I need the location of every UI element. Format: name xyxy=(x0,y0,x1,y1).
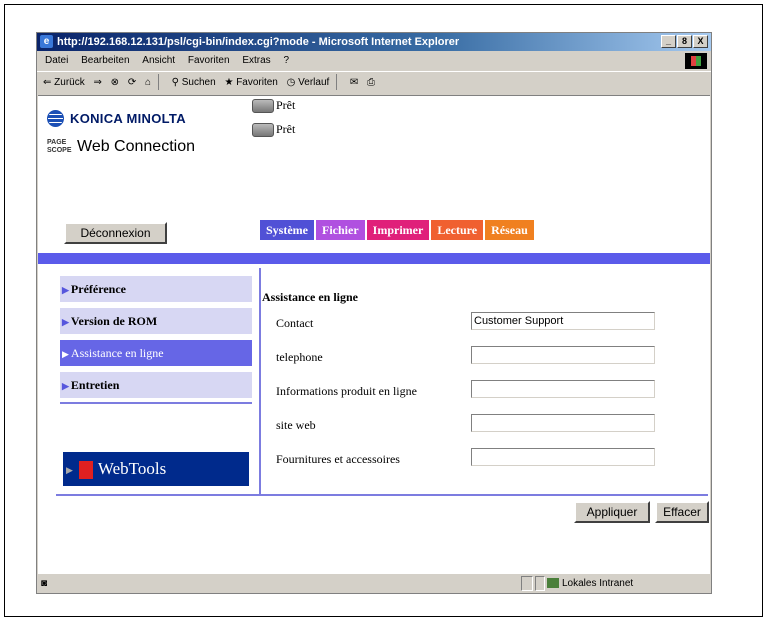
product-name: Web Connection xyxy=(77,138,195,155)
forward-button[interactable]: ⇒ xyxy=(94,72,102,94)
window-controls: _ 8 X xyxy=(661,35,708,48)
page-content: KONICA MINOLTA PAGE SCOPE Web Connection… xyxy=(38,95,710,574)
toolbar: ⇐ Zurück ⇒ ⊗ ⟳ ⌂ ⚲ Suchen ★ Favoriten ◷ … xyxy=(37,71,711,94)
sidebar-item-label: Entretien xyxy=(70,378,120,392)
search-button[interactable]: ⚲ Suchen xyxy=(172,72,216,94)
menu-help[interactable]: ? xyxy=(283,55,289,66)
tab-imprimer[interactable]: Imprimer xyxy=(366,220,430,240)
sidebar-item-label: Version de ROM xyxy=(70,314,158,328)
company-name: KONICA MINOLTA xyxy=(70,111,186,126)
close-button[interactable]: X xyxy=(693,35,708,48)
sidebar-item-entretien[interactable]: ▶ Entretien xyxy=(60,372,252,398)
search-label: Suchen xyxy=(181,77,216,88)
sidebar-item-label: Préférence xyxy=(70,282,126,296)
supplies-input[interactable] xyxy=(471,448,655,466)
apply-button[interactable]: Appliquer xyxy=(574,501,650,523)
sidebar-item-assistance[interactable]: ▶ Assistance en ligne xyxy=(60,340,252,366)
konica-minolta-logo: KONICA MINOLTA xyxy=(47,110,186,127)
web-connection-logo: PAGE SCOPE Web Connection xyxy=(47,138,195,156)
scanner-status: Prêt xyxy=(252,122,295,137)
browser-window: e http://192.168.12.131/psl/cgi-bin/inde… xyxy=(36,32,712,594)
field-label-telephone: telephone xyxy=(276,350,323,364)
search-icon: ⚲ xyxy=(171,77,179,88)
scanner-icon xyxy=(252,122,274,137)
form-divider xyxy=(56,494,708,496)
telephone-input[interactable] xyxy=(471,346,655,364)
field-label-contact: Contact xyxy=(276,316,314,330)
intranet-icon xyxy=(547,578,559,589)
refresh-icon[interactable]: ⟳ xyxy=(128,72,136,94)
field-label-product-info: Informations produit en ligne xyxy=(276,384,417,398)
webtools-label: WebTools xyxy=(97,459,167,478)
minimize-button[interactable]: _ xyxy=(661,35,676,48)
status-cell xyxy=(535,576,545,591)
menu-bar: Datei Bearbeiten Ansicht Favoriten Extra… xyxy=(37,52,711,70)
globe-icon xyxy=(47,110,64,127)
printer-status: Prêt xyxy=(252,98,295,113)
menu-favoriten[interactable]: Favoriten xyxy=(188,55,230,66)
scanner-status-text: Prêt xyxy=(276,122,296,136)
history-icon: ◷ xyxy=(286,77,296,88)
arrow-right-icon: ▶ xyxy=(62,317,69,327)
sidebar-item-preference[interactable]: ▶ Préférence xyxy=(60,276,252,302)
tab-systeme[interactable]: Système xyxy=(260,220,314,240)
sidebar-divider xyxy=(60,402,252,404)
favorites-button[interactable]: ★ Favoriten xyxy=(224,72,277,94)
tab-lecture[interactable]: Lecture xyxy=(431,220,484,240)
website-input[interactable] xyxy=(471,414,655,432)
field-label-website: site web xyxy=(276,418,316,432)
sidebar-item-label: Assistance en ligne xyxy=(70,346,164,360)
mail-icon[interactable]: ✉ xyxy=(350,72,358,94)
printer-icon xyxy=(252,98,274,113)
contact-input[interactable] xyxy=(471,312,655,330)
menu-extras[interactable]: Extras xyxy=(242,55,270,66)
sidebar-item-version-rom[interactable]: ▶ Version de ROM xyxy=(60,308,252,334)
field-label-supplies: Fournitures et accessoires xyxy=(276,452,400,466)
favorites-label: Favoriten xyxy=(236,77,278,88)
status-cell xyxy=(521,576,533,591)
print-icon[interactable]: ⎙ xyxy=(367,72,375,94)
fiery-icon xyxy=(78,461,93,480)
clear-button[interactable]: Effacer xyxy=(655,501,709,523)
arrow-right-icon: ▶ xyxy=(62,285,69,295)
stop-icon[interactable]: ⊗ xyxy=(111,72,119,94)
back-button[interactable]: ⇐ Zurück xyxy=(43,72,85,94)
zone-indicator: Lokales Intranet xyxy=(547,575,633,593)
tab-reseau[interactable]: Réseau xyxy=(485,220,534,240)
tab-fichier[interactable]: Fichier xyxy=(316,220,365,240)
history-button[interactable]: ◷ Verlauf xyxy=(287,72,330,94)
webtools-button[interactable]: ▶ WebTools xyxy=(63,452,249,486)
toolbar-separator xyxy=(336,74,338,91)
window-title: http://192.168.12.131/psl/cgi-bin/index.… xyxy=(57,36,460,48)
arrow-right-icon: ▶ xyxy=(66,465,73,476)
form-heading: Assistance en ligne xyxy=(262,290,358,304)
title-bar: e http://192.168.12.131/psl/cgi-bin/inde… xyxy=(37,33,711,51)
product-info-input[interactable] xyxy=(471,380,655,398)
zone-label: Lokales Intranet xyxy=(562,578,634,589)
arrow-right-icon: ▶ xyxy=(62,381,69,391)
menu-datei[interactable]: Datei xyxy=(45,55,68,66)
arrow-right-icon: ▶ xyxy=(62,349,69,359)
maximize-button[interactable]: 8 xyxy=(677,35,692,48)
main-tabs: Système Fichier Imprimer Lecture Réseau xyxy=(260,220,534,240)
vertical-divider xyxy=(259,268,261,494)
ie-icon: e xyxy=(40,35,53,48)
menu-ansicht[interactable]: Ansicht xyxy=(142,55,175,66)
favorites-icon: ★ xyxy=(224,77,234,88)
pagescope-icon: PAGE SCOPE xyxy=(47,139,72,154)
page-icon: ◙ xyxy=(41,578,48,589)
logout-button[interactable]: Déconnexion xyxy=(64,222,167,244)
menu-bearbeiten[interactable]: Bearbeiten xyxy=(81,55,129,66)
printer-status-text: Prêt xyxy=(276,98,296,112)
status-bar: ◙ Lokales Intranet xyxy=(37,575,711,593)
history-label: Verlauf xyxy=(298,77,330,88)
windows-logo-icon xyxy=(685,53,707,69)
home-icon[interactable]: ⌂ xyxy=(145,72,151,94)
accent-bar xyxy=(38,253,710,264)
toolbar-separator xyxy=(157,74,159,91)
